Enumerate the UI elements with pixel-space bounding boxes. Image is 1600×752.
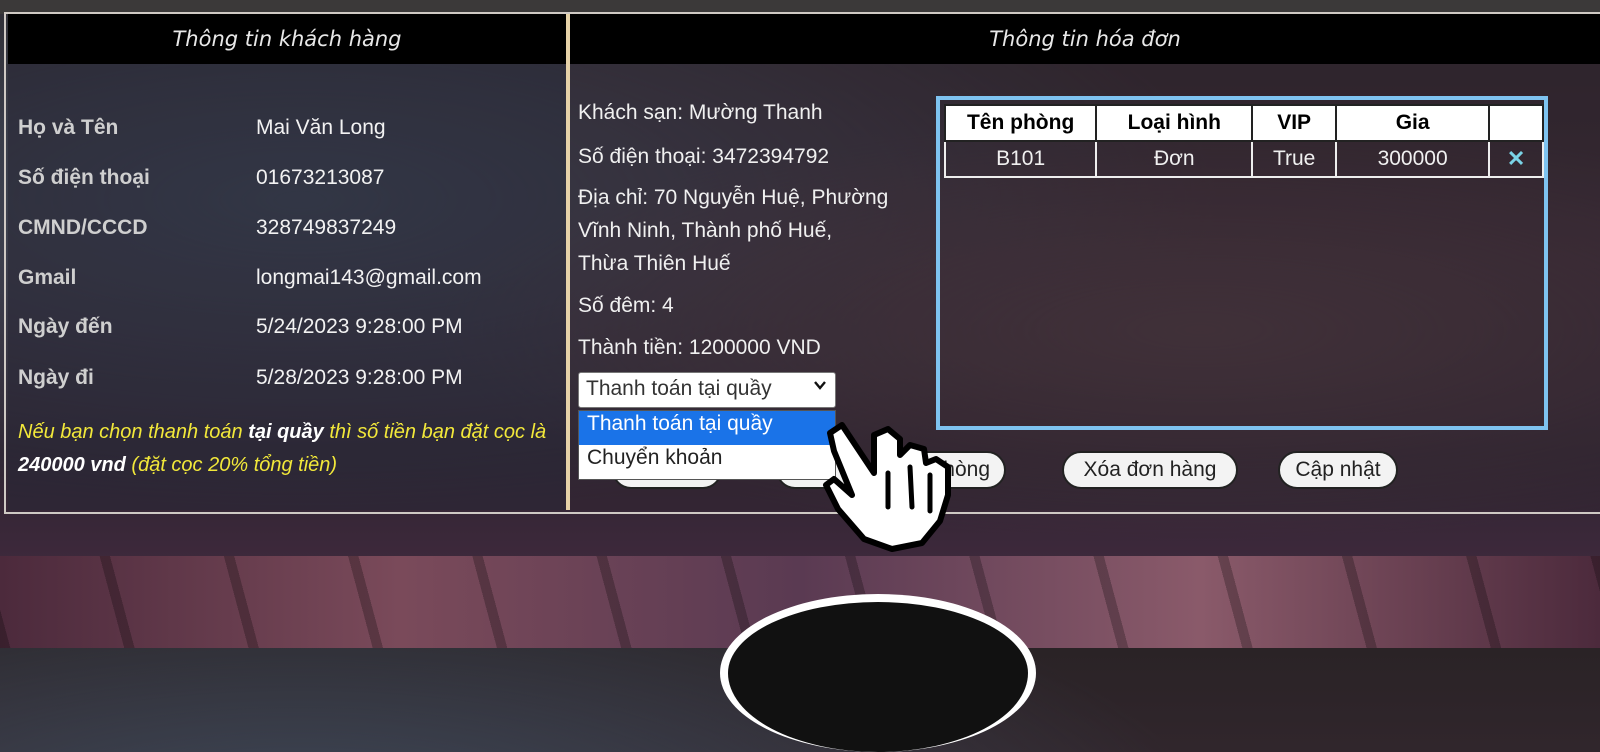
col-room-name: Tên phòng [943,104,1098,142]
delete-row-icon[interactable]: ✕ [1488,140,1544,178]
label-id-card: CMND/CCCD [18,216,148,239]
chevron-down-icon [813,378,827,396]
delete-order-button[interactable]: Xóa đơn hàng [1062,451,1238,489]
update-label: Cập nhật [1295,458,1381,481]
col-room-type: Loại hình [1095,104,1254,142]
value-gmail: longmai143@gmail.com [256,266,482,289]
col-action [1488,104,1544,142]
room-table: Tên phòng Loại hình VIP Gia B101 Đơn Tru… [943,104,1544,178]
payment-option-transfer[interactable]: Chuyển khoản [579,445,835,479]
label-arrival-date: Ngày đến [18,315,113,338]
value-arrival-date: 5/24/2023 9:28:00 PM [256,315,463,338]
label-gmail: Gmail [18,266,77,289]
payment-method-select[interactable]: Thanh toán tại quầy [578,372,836,408]
cell-vip: True [1251,140,1337,178]
payment-selected-value: Thanh toán tại quầy [586,377,772,400]
note-text-1: Nếu bạn chọn thanh toán [18,421,249,443]
hotel-address-line-2: Vĩnh Ninh, Thành phố Huế, [578,219,833,242]
hotel-address-line-1: Địa chỉ: 70 Nguyễn Huệ, Phường [578,186,889,209]
table-row: B101 Đơn True 300000 ✕ [943,140,1544,178]
cell-room-type: Đơn [1095,140,1254,178]
value-full-name: Mai Văn Long [256,116,386,139]
cell-room-name: B101 [943,140,1098,178]
value-departure-date: 5/28/2023 9:28:00 PM [256,366,463,389]
delete-order-label: Xóa đơn hàng [1083,458,1217,481]
cell-price: 300000 [1334,140,1491,178]
note-bold-counter: tại quầy [248,421,324,443]
room-table-container: Tên phòng Loại hình VIP Gia B101 Đơn Tru… [936,96,1548,430]
value-id-card: 328749837249 [256,216,397,239]
value-phone: 01673213087 [256,166,385,189]
deposit-note: Nếu bạn chọn thanh toán tại quầy thì số … [18,416,568,482]
note-text-3: (đặt cọc 20% tổng tiền) [125,454,338,476]
col-vip: VIP [1251,104,1337,142]
nights-count: Số đêm: 4 [578,294,674,317]
label-full-name: Họ và Tên [18,116,119,139]
invoice-panel-title: Thông tin hóa đơn [570,14,1600,64]
update-button[interactable]: Cập nhật [1278,451,1398,489]
total-amount: Thành tiền: 1200000 VND [578,336,821,359]
logo-arc [720,594,1036,752]
hand-cursor-icon [812,415,962,555]
hotel-address-line-3: Thừa Thiên Huế [578,252,731,275]
note-text-2: thì số tiền bạn đặt cọc là [323,421,547,443]
hotel-name: Khách sạn: Mường Thanh [578,101,823,124]
label-departure-date: Ngày đi [18,366,94,389]
hotel-phone: Số điện thoại: 3472394792 [578,145,830,168]
payment-option-counter[interactable]: Thanh toán tại quầy [579,411,835,445]
customer-panel-title: Thông tin khách hàng [8,14,566,64]
payment-dropdown: Thanh toán tại quầy Chuyển khoản [578,410,836,480]
table-header-row: Tên phòng Loại hình VIP Gia [943,104,1544,142]
col-price: Gia [1334,104,1491,142]
note-bold-amount: 240000 vnd [18,454,126,476]
label-phone: Số điện thoại [18,166,150,189]
